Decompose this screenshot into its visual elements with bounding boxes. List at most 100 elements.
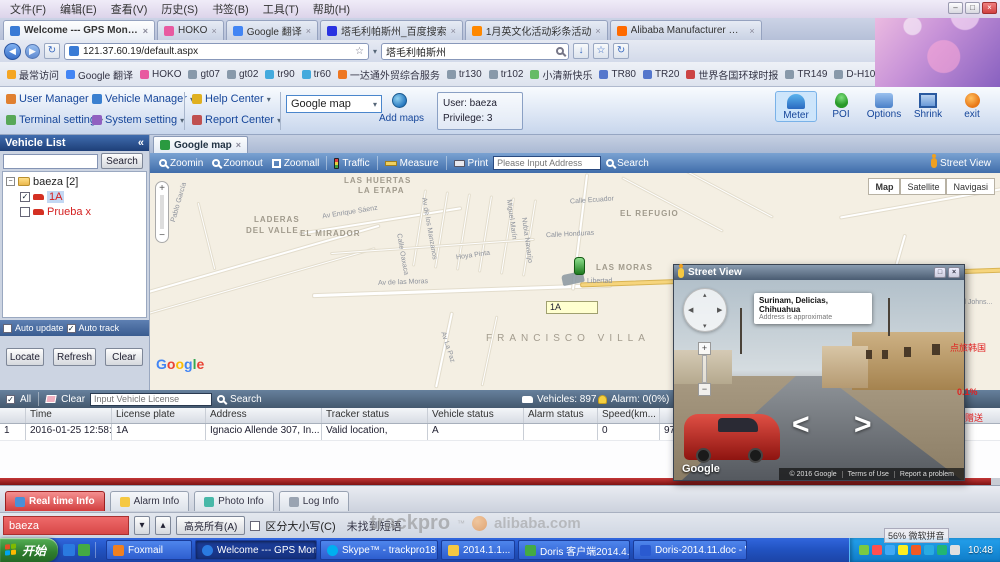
find-next-icon[interactable]: ▾ bbox=[134, 516, 150, 535]
bookmark-item[interactable]: tr60 bbox=[299, 67, 334, 82]
zoom-out-icon[interactable]: − bbox=[159, 230, 165, 241]
auto-track-checkbox[interactable]: ✓ bbox=[67, 324, 76, 333]
navigate-left-arrow[interactable]: < bbox=[792, 408, 810, 442]
bookmark-item[interactable]: 小清新快乐 bbox=[527, 65, 595, 84]
zoomin-button[interactable]: Zoomin bbox=[155, 158, 207, 169]
url-dropdown-icon[interactable]: ▾ bbox=[373, 47, 377, 56]
find-input[interactable]: baeza bbox=[3, 516, 129, 535]
menu-help[interactable]: 帮助(H) bbox=[306, 0, 357, 18]
tab-real-time-info[interactable]: Real time Info bbox=[5, 491, 105, 511]
collapse-panel-icon[interactable]: « bbox=[138, 137, 144, 149]
task-doris-doc[interactable]: Doris-2014.11.doc - WP... bbox=[633, 540, 747, 560]
action-options[interactable]: Options bbox=[863, 91, 905, 120]
zoom-slider[interactable] bbox=[702, 355, 707, 383]
tray-icon[interactable] bbox=[859, 545, 869, 555]
bookmark-item[interactable]: Google 翻译 bbox=[63, 65, 136, 84]
street-view-titlebar[interactable]: Street View □ × bbox=[674, 265, 964, 280]
forward-icon[interactable]: ▶ bbox=[25, 44, 40, 59]
tray-icon[interactable] bbox=[911, 545, 921, 555]
license-filter-input[interactable] bbox=[90, 393, 212, 406]
traffic-button[interactable]: Traffic bbox=[330, 158, 373, 169]
street-view-zoom[interactable]: + − bbox=[698, 342, 711, 396]
tree-group-row[interactable]: − baeza [2] bbox=[6, 174, 143, 189]
zoom-in-icon[interactable]: + bbox=[698, 342, 711, 355]
measure-button[interactable]: Measure bbox=[381, 158, 443, 169]
tab-hoko[interactable]: HOKO × bbox=[157, 20, 224, 40]
action-poi[interactable]: POI bbox=[820, 91, 862, 120]
bookmark-item[interactable]: TR149 bbox=[782, 67, 830, 82]
task-skype[interactable]: Skype™ - trackpro18 bbox=[320, 540, 438, 560]
satellite-mode-button[interactable]: Satellite bbox=[900, 178, 946, 195]
bookmark-item[interactable]: TR20 bbox=[640, 67, 682, 82]
compass-down-icon[interactable]: ▾ bbox=[703, 322, 707, 330]
navigasi-mode-button[interactable]: Navigasi bbox=[946, 178, 995, 195]
report-problem-link[interactable]: Report a problem bbox=[894, 471, 959, 478]
menu-bookmarks[interactable]: 书签(B) bbox=[205, 0, 256, 18]
vehicle-search-input[interactable] bbox=[3, 154, 98, 169]
tab-baidu-search[interactable]: 塔毛利帕斯州_百度搜索 × bbox=[320, 20, 463, 40]
tab-close-icon[interactable]: × bbox=[306, 26, 311, 36]
refresh2-icon[interactable]: ↻ bbox=[613, 43, 629, 59]
vehicle-checkbox-unchecked[interactable] bbox=[20, 207, 30, 217]
all-checkbox[interactable]: ✓ bbox=[6, 395, 15, 404]
tab-google-map[interactable]: Google map × bbox=[153, 136, 248, 153]
bookmark-item[interactable]: TR80 bbox=[596, 67, 638, 82]
quick-launch-app-icon[interactable] bbox=[78, 544, 90, 556]
tab-close-icon[interactable]: × bbox=[595, 26, 600, 36]
task-gps-monitor[interactable]: Welcome --- GPS Monitor... bbox=[195, 540, 317, 560]
tab-alibaba[interactable]: Alibaba Manufacturer Dire... × bbox=[610, 20, 762, 40]
tab-log-info[interactable]: Log Info bbox=[279, 491, 349, 511]
quick-launch-browser-icon[interactable] bbox=[63, 544, 75, 556]
action-shrink[interactable]: Shrink bbox=[907, 91, 949, 120]
tray-icon[interactable] bbox=[937, 545, 947, 555]
bookmark-item[interactable]: tr130 bbox=[444, 67, 485, 82]
street-view-compass[interactable]: ▴ ▾ ◀ ▶ bbox=[683, 288, 727, 332]
navigate-right-arrow[interactable]: > bbox=[854, 408, 872, 442]
street-view-button[interactable]: Street View bbox=[927, 158, 995, 169]
match-case-checkbox[interactable] bbox=[250, 521, 260, 531]
col-vehicle-status[interactable]: Vehicle status bbox=[428, 408, 524, 423]
bookmark-item[interactable]: tr102 bbox=[486, 67, 527, 82]
col-tracker-status[interactable]: Tracker status bbox=[322, 408, 428, 423]
menu-vehicle-manager[interactable]: Vehicle Manager▾ bbox=[92, 93, 194, 105]
map-zoom-control[interactable]: + − bbox=[155, 181, 169, 243]
vehicle-checkbox-checked[interactable]: ✓ bbox=[20, 192, 30, 202]
bookmark-item[interactable]: 一达通外贸综合服务 bbox=[335, 65, 443, 84]
zoom-in-icon[interactable]: + bbox=[159, 183, 165, 194]
map-type-select[interactable]: Google map▾ bbox=[286, 95, 382, 113]
menu-terminal-setting[interactable]: Terminal setting▾ bbox=[6, 114, 103, 126]
col-alarm-status[interactable]: Alarm status bbox=[524, 408, 598, 423]
zoom-out-icon[interactable]: − bbox=[698, 383, 711, 396]
compass-right-icon[interactable]: ▶ bbox=[717, 306, 722, 314]
url-bar[interactable]: 121.37.60.19/default.aspx ☆ bbox=[64, 43, 369, 60]
bookmark-item[interactable]: 最常访问 bbox=[4, 65, 62, 84]
tray-icon[interactable] bbox=[885, 545, 895, 555]
tab-close-icon[interactable]: × bbox=[143, 26, 148, 36]
menu-view[interactable]: 查看(V) bbox=[104, 0, 155, 18]
bookmark-item[interactable]: gt07 bbox=[185, 67, 222, 82]
search-icon[interactable] bbox=[556, 47, 564, 55]
tab-close-icon[interactable]: × bbox=[236, 140, 241, 150]
highlight-all-button[interactable]: 高亮所有(A) bbox=[176, 516, 245, 535]
bookmark-item[interactable]: tr90 bbox=[262, 67, 297, 82]
locate-button[interactable]: Locate bbox=[6, 348, 44, 366]
ad-text[interactable]: 赠送 bbox=[965, 411, 983, 424]
task-doris-client[interactable]: Doris 客户端2014.4.x... bbox=[518, 540, 630, 560]
refresh-icon[interactable]: ↻ bbox=[44, 43, 60, 59]
clear-button[interactable]: Clear bbox=[105, 348, 143, 366]
compass-up-icon[interactable]: ▴ bbox=[703, 291, 707, 299]
menu-tools[interactable]: 工具(T) bbox=[256, 0, 306, 18]
auto-update-checkbox[interactable] bbox=[3, 324, 12, 333]
ime-language-bar[interactable]: 56% 微软拼音 bbox=[884, 528, 949, 543]
start-button[interactable]: 开始 bbox=[0, 538, 58, 562]
ad-text[interactable]: 点旅韩国 bbox=[950, 341, 986, 354]
panel-search-button[interactable]: Search bbox=[230, 394, 262, 405]
zoom-slider[interactable] bbox=[160, 195, 164, 229]
menu-help-center[interactable]: Help Center▾ bbox=[192, 93, 271, 105]
taskbar-clock[interactable]: 10:48 bbox=[968, 545, 993, 556]
back-icon[interactable]: ◀ bbox=[4, 43, 21, 60]
download-icon[interactable]: ↓ bbox=[573, 43, 589, 59]
menu-edit[interactable]: 编辑(E) bbox=[53, 0, 104, 18]
menu-file[interactable]: 文件(F) bbox=[3, 0, 53, 18]
add-maps-link[interactable]: Add maps bbox=[379, 113, 424, 124]
